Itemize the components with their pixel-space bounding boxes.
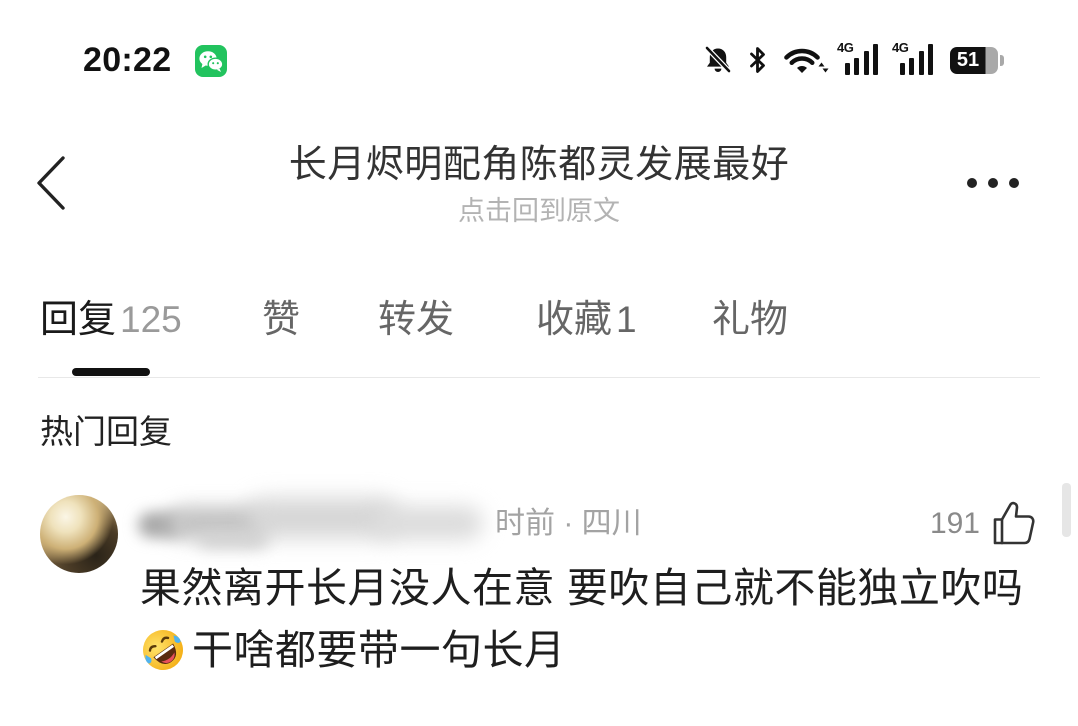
tab-label: 收藏 [536, 299, 613, 341]
comment-text: 干啥都要带一句长月 [192, 627, 566, 673]
rofl-emoji-icon [140, 627, 186, 673]
mute-bell-icon [702, 44, 734, 76]
cellular-signal-icon [900, 44, 934, 75]
tab-label: 回复 [40, 299, 117, 341]
status-time: 20:22 [83, 41, 172, 79]
tab-likes[interactable]: 赞 [262, 295, 300, 345]
active-tab-indicator [72, 368, 150, 376]
wifi-icon [781, 44, 829, 76]
section-title: 热门回复 [40, 413, 172, 450]
scrollbar[interactable] [1062, 483, 1071, 537]
bluetooth-icon [747, 44, 769, 76]
tab-label: 赞 [262, 299, 301, 341]
back-to-original-link[interactable]: 点击回到原文 [120, 193, 958, 229]
tab-favorites[interactable]: 收藏 1 [536, 295, 637, 345]
comment-meta: 时前 · 四川 [495, 507, 642, 540]
cellular-signal-icon [845, 44, 879, 75]
tab-label: 转发 [378, 299, 455, 341]
more-horizontal-icon[interactable] [962, 173, 1024, 193]
tab-label: 礼物 [712, 299, 789, 341]
comment-text: 果然离开长月没人在意 要吹自己就不能独立吹吗 [140, 565, 1024, 611]
blurred-username [138, 492, 494, 552]
wechat-icon [195, 45, 227, 77]
tab-replies[interactable]: 回复 125 [40, 295, 182, 345]
tabs-divider [38, 377, 1040, 378]
tab-reposts[interactable]: 转发 [378, 295, 454, 345]
tab-count: 1 [616, 299, 637, 340]
page-title[interactable]: 长月烬明配角陈都灵发展最好 [120, 140, 958, 190]
back-chevron-icon[interactable] [32, 152, 72, 214]
battery-cap [1000, 55, 1004, 66]
tab-gifts[interactable]: 礼物 [712, 295, 788, 345]
tab-count: 125 [120, 299, 182, 340]
avatar[interactable] [40, 495, 118, 573]
like-count: 191 [929, 507, 980, 540]
battery-icon: 51 [950, 47, 998, 74]
thumbs-up-icon[interactable] [992, 500, 1036, 546]
